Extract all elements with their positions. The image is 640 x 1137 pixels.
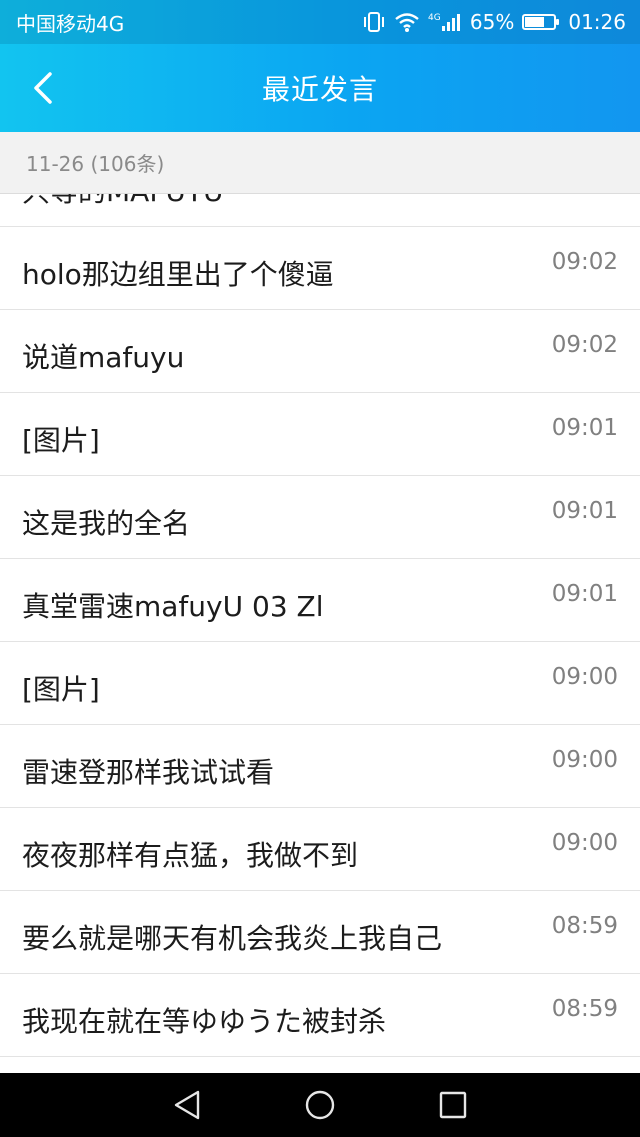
message-time: 08:59 (551, 996, 618, 1022)
battery-percent: 65% (469, 10, 515, 34)
recents-square-icon (440, 1091, 467, 1119)
message-text: 要么就是哪天有机会我炎上我自己 (22, 922, 443, 955)
page-title: 最近发言 (261, 73, 378, 106)
date-section-header: 11-26 (106条) (0, 132, 640, 194)
wifi-icon (394, 11, 420, 33)
battery-level (525, 17, 544, 27)
message-text: 只等的MAFUYU (22, 194, 224, 210)
status-icons: 4G 65% 01:26 (362, 10, 626, 34)
home-circle-icon (305, 1090, 335, 1120)
message-time: 09:02 (551, 249, 618, 275)
message-row[interactable]: 雷速登那样我试试看 09:00 (0, 725, 640, 808)
carrier-label: 中国移动4G (16, 11, 125, 36)
message-text: 说道mafuyu (22, 341, 185, 374)
message-row[interactable]: 我现在就在等ゆゆうた被封杀 08:59 (0, 974, 640, 1057)
message-row[interactable]: 要么就是哪天有机会我炎上我自己 08:59 (0, 891, 640, 974)
message-row[interactable]: 说道mafuyu 09:02 (0, 310, 640, 393)
message-time: 08:59 (551, 913, 618, 939)
system-home-button[interactable] (296, 1081, 344, 1129)
status-bar: 中国移动4G 4G 65% 01:26 (0, 0, 640, 44)
message-text: 夜夜那样有点猛，我做不到 (22, 839, 359, 872)
chevron-left-icon (34, 72, 52, 104)
message-row[interactable]: [图片] 09:01 (0, 393, 640, 476)
message-time: 09:02 (551, 332, 618, 358)
message-text: [图片] (22, 424, 100, 457)
nav-bar: 最近发言 (0, 44, 640, 132)
message-text: 我现在就在等ゆゆうた被封杀 (22, 1005, 387, 1038)
app-header: 中国移动4G 4G 65% 01:26 最近发言 (0, 0, 640, 132)
message-row[interactable]: 只等的MAFUYU (0, 194, 640, 227)
network-label: 4G (428, 13, 441, 23)
clock: 01:26 (568, 10, 626, 34)
back-button[interactable] (18, 62, 70, 114)
battery-icon (522, 14, 560, 30)
message-row[interactable]: holo那边组里出了个傻逼 09:02 (0, 227, 640, 310)
message-row[interactable]: 夜夜那样有点猛，我做不到 09:00 (0, 808, 640, 891)
system-back-button[interactable] (163, 1081, 211, 1129)
message-text: 这是我的全名 (22, 507, 191, 540)
system-recents-button[interactable] (429, 1081, 477, 1129)
message-text: 雷速登那样我试试看 (22, 756, 275, 789)
message-row[interactable]: 真堂雷速mafuyU 03 Zl 09:01 (0, 559, 640, 642)
vibrate-icon (362, 11, 386, 33)
message-time: 09:00 (551, 747, 618, 773)
message-text: [图片] (22, 673, 100, 706)
message-list[interactable]: 只等的MAFUYU holo那边组里出了个傻逼 09:02 说道mafuyu 09:02… (0, 194, 640, 1073)
back-triangle-icon (174, 1090, 199, 1120)
message-list-content: 只等的MAFUYU holo那边组里出了个傻逼 09:02 说道mafuyu 09:02… (0, 194, 640, 1057)
message-time: 09:01 (551, 581, 618, 607)
message-text: 真堂雷速mafuyU 03 Zl (22, 590, 324, 623)
message-row[interactable]: 这是我的全名 09:01 (0, 476, 640, 559)
message-text: holo那边组里出了个傻逼 (22, 258, 334, 291)
message-time: 09:01 (551, 415, 618, 441)
system-nav-bar (0, 1073, 640, 1137)
message-time: 09:01 (551, 498, 618, 524)
message-row[interactable]: [图片] 09:00 (0, 642, 640, 725)
message-time: 09:00 (551, 664, 618, 690)
message-time: 09:00 (551, 830, 618, 856)
date-label: 11-26 (106条) (26, 152, 165, 176)
signal-icon: 4G (428, 11, 462, 33)
